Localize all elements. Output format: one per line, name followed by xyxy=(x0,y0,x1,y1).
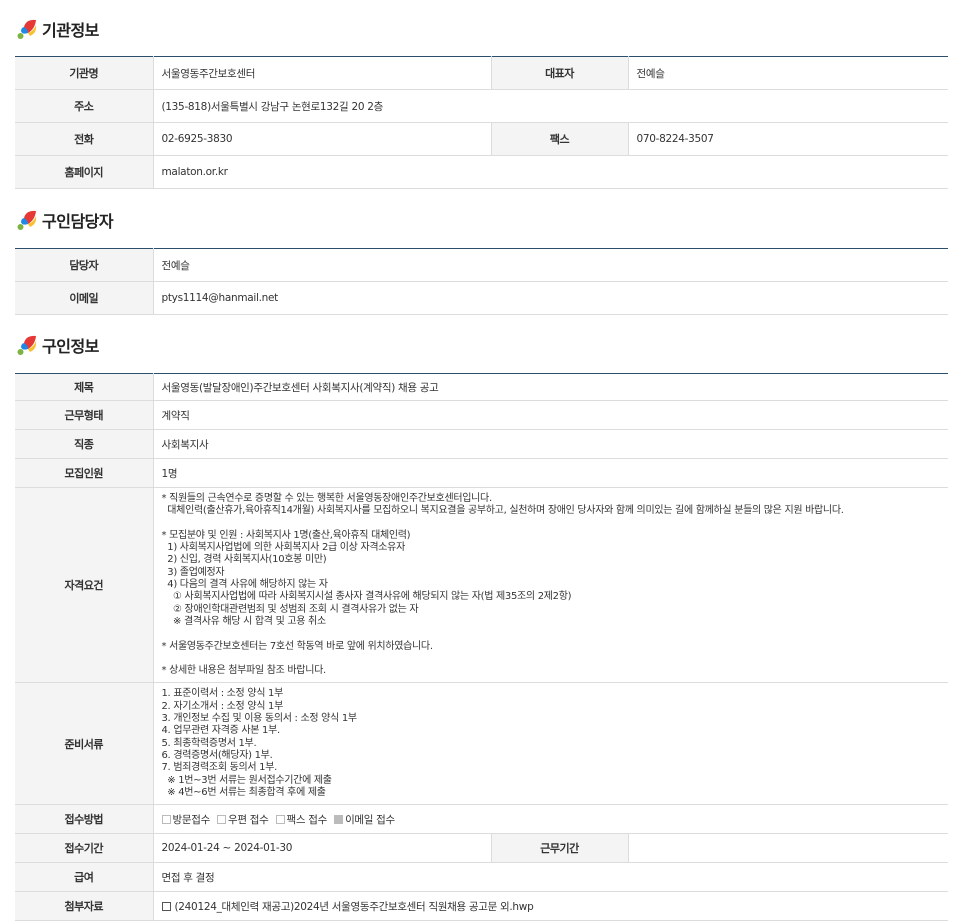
table-row: 직종 사회복지사 xyxy=(15,429,948,459)
apply-period-value: 2024-01-24 ~ 2024-01-30 xyxy=(153,833,492,864)
work-type-value: 계약직 xyxy=(153,400,948,430)
method-option-visit: 방문접수 xyxy=(161,814,210,826)
section-leaf-icon xyxy=(16,208,40,232)
table-row: 준비서류 1. 표준이력서 : 소정 양식 1부 2. 자기소개서 : 소정 양… xyxy=(15,682,948,806)
section-title-text: 구인담당자 xyxy=(42,212,114,231)
phone-value: 02-6925-3830 xyxy=(153,122,492,156)
homepage-link[interactable]: malaton.or.kr xyxy=(153,155,948,189)
attachment-label: 첨부자료 xyxy=(15,891,154,921)
headcount-value: 1명 xyxy=(153,458,948,488)
apply-method-options: 방문접수 우편 접수 팩스 접수 이메일 접수 xyxy=(153,804,948,835)
table-row: 이메일 ptys1114@hanmail.net xyxy=(15,281,948,315)
table-row: 담당자 전예슬 xyxy=(15,248,948,282)
salary-value: 면접 후 결정 xyxy=(153,862,948,893)
ceo-value: 전예슬 xyxy=(628,56,948,90)
documents-value: 1. 표준이력서 : 소정 양식 1부 2. 자기소개서 : 소정 양식 1부 … xyxy=(153,682,948,806)
requirements-label: 자격요건 xyxy=(15,487,154,684)
manager-label: 담당자 xyxy=(15,248,154,282)
org-info-table: 기관명 서울영동주간보호센터 대표자 전예슬 주소 (135-818)서울특별시… xyxy=(15,56,948,189)
table-row: 주소 (135-818)서울특별시 강남구 논현로132길 20 2층 xyxy=(15,89,948,123)
method-option-fax: 팩스 접수 xyxy=(275,814,327,826)
checkbox-icon xyxy=(275,814,285,824)
salary-label: 급여 xyxy=(15,862,154,893)
work-type-label: 근무형태 xyxy=(15,400,154,430)
address-value: (135-818)서울특별시 강남구 논현로132길 20 2층 xyxy=(153,89,948,123)
phone-label: 전화 xyxy=(15,122,154,156)
org-name-label: 기관명 xyxy=(15,56,154,90)
table-row: 근무형태 계약직 xyxy=(15,400,948,430)
section-leaf-icon xyxy=(16,17,40,41)
section-title-org: 기관정보 xyxy=(16,17,99,41)
job-title-value: 서울영동(발달장애인)주간보호센터 사회복지사(계약직) 채용 공고 xyxy=(153,373,948,401)
ceo-label: 대표자 xyxy=(491,56,629,90)
section-leaf-icon xyxy=(16,333,40,357)
table-row: 자격요건 * 직원들의 근속연수로 증명할 수 있는 행복한 서울영동장애인주간… xyxy=(15,487,948,684)
address-label: 주소 xyxy=(15,89,154,123)
headcount-label: 모집인원 xyxy=(15,458,154,488)
file-icon xyxy=(161,901,171,911)
requirements-value: * 직원들의 근속연수로 증명할 수 있는 행복한 서울영동장애인주간보호센터입… xyxy=(153,487,948,684)
table-row: 전화 02-6925-3830 팩스 070-8224-3507 xyxy=(15,122,948,156)
manager-value: 전예슬 xyxy=(153,248,948,282)
section-title-text: 기관정보 xyxy=(42,21,99,40)
table-row: 접수방법 방문접수 우편 접수 팩스 접수 이메일 접수 xyxy=(15,804,948,835)
apply-period-label: 접수기간 xyxy=(15,833,154,864)
job-kind-value: 사회복지사 xyxy=(153,429,948,459)
section-title-contact: 구인담당자 xyxy=(16,208,114,232)
fax-value: 070-8224-3507 xyxy=(628,122,948,156)
table-row: 제목 서울영동(발달장애인)주간보호센터 사회복지사(계약직) 채용 공고 xyxy=(15,373,948,401)
checkbox-icon xyxy=(217,814,226,824)
checkbox-icon xyxy=(161,814,171,824)
table-row: 홈페이지 malaton.or.kr xyxy=(15,155,948,189)
section-title-text: 구인정보 xyxy=(42,337,99,356)
table-row: 모집인원 1명 xyxy=(15,458,948,488)
email-value: ptys1114@hanmail.net xyxy=(153,281,948,315)
attachment-link[interactable]: (240124_대체인력 재공고)2024년 서울영동주간보호센터 직원채용 공… xyxy=(153,891,948,921)
apply-method-label: 접수방법 xyxy=(15,804,154,835)
attachment-filename[interactable]: (240124_대체인력 재공고)2024년 서울영동주간보호센터 직원채용 공… xyxy=(175,901,534,913)
method-option-email: 이메일 접수 xyxy=(334,814,395,826)
table-row: 급여 면접 후 결정 xyxy=(15,862,948,893)
checkbox-checked-icon xyxy=(334,814,344,824)
job-kind-label: 직종 xyxy=(15,429,154,459)
homepage-label: 홈페이지 xyxy=(15,155,154,189)
job-title-label: 제목 xyxy=(15,373,154,401)
method-option-mail: 우편 접수 xyxy=(217,814,269,826)
contact-table: 담당자 전예슬 이메일 ptys1114@hanmail.net xyxy=(15,248,948,315)
work-period-value xyxy=(628,833,948,864)
job-table: 제목 서울영동(발달장애인)주간보호센터 사회복지사(계약직) 채용 공고 근무… xyxy=(15,373,948,921)
section-title-job: 구인정보 xyxy=(16,333,99,357)
email-label: 이메일 xyxy=(15,281,154,315)
table-row: 첨부자료 (240124_대체인력 재공고)2024년 서울영동주간보호센터 직… xyxy=(15,891,948,921)
documents-label: 준비서류 xyxy=(15,682,154,806)
work-period-label: 근무기간 xyxy=(491,833,629,864)
org-name-value: 서울영동주간보호센터 xyxy=(153,56,492,90)
fax-label: 팩스 xyxy=(491,122,629,156)
table-row: 기관명 서울영동주간보호센터 대표자 전예슬 xyxy=(15,56,948,90)
table-row: 접수기간 2024-01-24 ~ 2024-01-30 근무기간 xyxy=(15,833,948,864)
